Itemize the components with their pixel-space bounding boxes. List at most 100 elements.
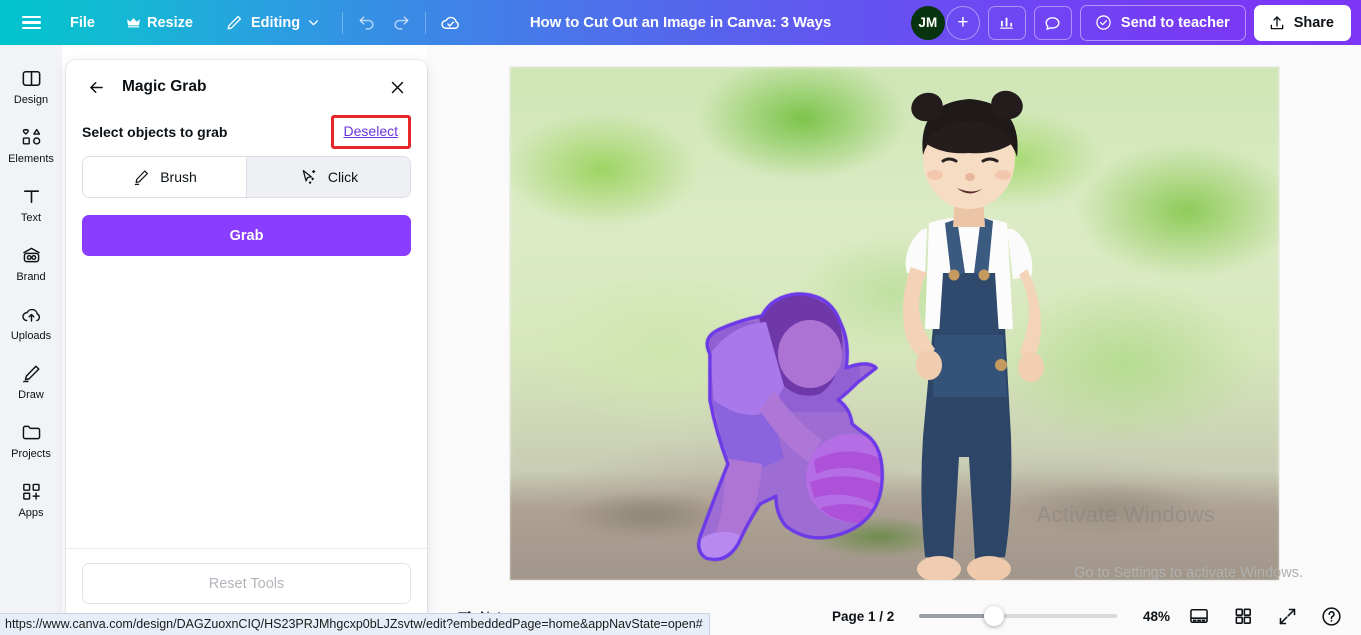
sidebar-label-apps: Apps — [18, 507, 44, 519]
close-x-icon — [391, 81, 403, 93]
deselect-highlight-box: Deselect — [330, 115, 411, 149]
chevron-down-icon — [309, 20, 319, 26]
apps-grid-plus-icon — [22, 483, 40, 500]
fullscreen-button[interactable] — [1273, 602, 1301, 630]
undo-button[interactable] — [350, 6, 384, 40]
reset-tools-button[interactable]: Reset Tools — [82, 563, 411, 604]
grab-button[interactable]: Grab — [82, 215, 411, 256]
canvas-area[interactable]: Activate Windows Go to Settings to activ… — [427, 45, 1361, 597]
check-circle-icon — [1096, 15, 1111, 30]
deselect-link[interactable]: Deselect — [344, 123, 398, 139]
cloud-saved-button[interactable] — [433, 6, 467, 40]
sidebar-item-brand[interactable]: Brand — [2, 235, 60, 289]
status-bar-url: https://www.canva.com/design/DAGZuoxnCIQ… — [0, 613, 710, 635]
sidebar-label-elements: Elements — [8, 153, 54, 165]
bar-chart-icon — [1000, 17, 1014, 29]
undo-icon — [359, 15, 374, 30]
sidebar-item-elements[interactable]: Elements — [2, 117, 60, 171]
file-menu-label: File — [70, 14, 95, 31]
draw-pen-icon — [22, 365, 40, 383]
resize-label: Resize — [146, 14, 193, 31]
comment-bubble-icon — [1045, 17, 1060, 30]
cloud-saved-icon — [440, 16, 459, 29]
fullscreen-icon — [1279, 608, 1295, 624]
sidebar-item-design[interactable]: Design — [2, 58, 60, 112]
sidebar-label-brand: Brand — [16, 271, 46, 283]
panel-close-button[interactable] — [383, 73, 411, 101]
page-view-icon — [1190, 608, 1208, 624]
panel-body: Select objects to grab Deselect Brush Cl… — [66, 114, 427, 256]
design-page[interactable]: Activate Windows — [510, 67, 1279, 580]
top-toolbar: File Resize Editing How to Cut Out an Im… — [0, 0, 1361, 45]
toolbar-divider-2 — [425, 11, 427, 34]
avatar[interactable]: JM — [910, 5, 945, 40]
text-t-icon — [23, 190, 39, 204]
tool-click-tab[interactable]: Click — [247, 157, 410, 197]
pencil-icon — [227, 15, 242, 30]
magic-grab-panel: Magic Grab Select objects to grab Desele… — [66, 60, 427, 622]
selected-bending-child-figure[interactable] — [680, 282, 910, 572]
sidebar-item-text[interactable]: Text — [2, 176, 60, 230]
toolbar-divider-1 — [342, 11, 344, 34]
zoom-slider-thumb[interactable] — [984, 606, 1004, 626]
select-objects-label: Select objects to grab — [82, 124, 228, 140]
panel-footer: Reset Tools — [66, 548, 427, 622]
design-layout-icon — [22, 71, 40, 86]
zoom-slider[interactable] — [919, 606, 1117, 626]
redo-button[interactable] — [384, 6, 418, 40]
magic-cursor-icon — [302, 169, 316, 184]
add-collaborator-button[interactable]: + — [945, 5, 980, 40]
zoom-controls: 48% — [919, 606, 1170, 626]
sidebar-item-draw[interactable]: Draw — [2, 353, 60, 407]
sidebar-label-design: Design — [13, 94, 49, 106]
comments-button[interactable] — [1033, 5, 1072, 40]
sidebar-item-projects[interactable]: Projects — [2, 412, 60, 466]
panel-header: Magic Grab — [66, 60, 427, 114]
bottom-toolbar-icons — [1185, 602, 1345, 630]
top-toolbar-right-group: JM + Send to teacher Share — [910, 0, 1351, 45]
sidebar-item-apps[interactable]: Apps — [2, 471, 60, 525]
tool-segmented-control: Brush Click — [82, 156, 411, 198]
select-objects-row: Select objects to grab Deselect — [82, 114, 411, 150]
insights-button[interactable] — [987, 5, 1026, 40]
sidebar-label-projects: Projects — [11, 448, 51, 460]
panel-title: Magic Grab — [122, 78, 207, 95]
elements-shapes-icon — [22, 128, 40, 145]
tool-brush-tab[interactable]: Brush — [83, 157, 247, 197]
file-menu-button[interactable]: File — [60, 7, 105, 39]
tool-click-label: Click — [327, 169, 359, 185]
send-to-teacher-button[interactable]: Send to teacher — [1079, 4, 1246, 41]
sidebar-label-uploads: Uploads — [10, 330, 52, 342]
tool-brush-label: Brush — [160, 169, 197, 185]
sidebar-item-uploads[interactable]: Uploads — [2, 294, 60, 348]
sidebar-label-text: Text — [20, 212, 42, 224]
left-sidebar-rail: Design Elements Text Brand Uploads Draw … — [0, 45, 62, 635]
upload-icon — [1270, 15, 1283, 29]
help-button[interactable] — [1317, 602, 1345, 630]
editing-label: Editing — [250, 14, 301, 31]
help-icon — [1321, 606, 1341, 626]
upload-cloud-icon — [21, 308, 40, 322]
share-label: Share — [1293, 14, 1334, 31]
hamburger-icon — [21, 13, 41, 33]
panel-back-button[interactable] — [82, 73, 110, 101]
grid-view-icon — [1235, 608, 1251, 624]
brush-pen-icon — [134, 169, 149, 185]
send-to-teacher-label: Send to teacher — [1120, 14, 1230, 31]
page-view-button[interactable] — [1185, 602, 1213, 630]
page-count-label: Page 1 / 2 — [832, 608, 895, 624]
sidebar-label-draw: Draw — [18, 389, 44, 401]
arrow-left-icon — [89, 81, 103, 93]
canva-editor-window: File Resize Editing How to Cut Out an Im… — [0, 0, 1361, 635]
brand-icon — [22, 247, 40, 263]
editing-mode-button[interactable]: Editing — [215, 7, 330, 39]
resize-button[interactable]: Resize — [117, 7, 203, 39]
document-title: How to Cut Out an Image in Canva: 3 Ways — [529, 14, 832, 31]
zoom-value-label: 48% — [1142, 608, 1170, 624]
hamburger-menu-button[interactable] — [14, 6, 48, 40]
share-button[interactable]: Share — [1253, 4, 1351, 41]
folder-icon — [22, 425, 40, 440]
crown-icon — [127, 18, 140, 28]
redo-icon — [394, 15, 409, 30]
grid-view-button[interactable] — [1229, 602, 1257, 630]
